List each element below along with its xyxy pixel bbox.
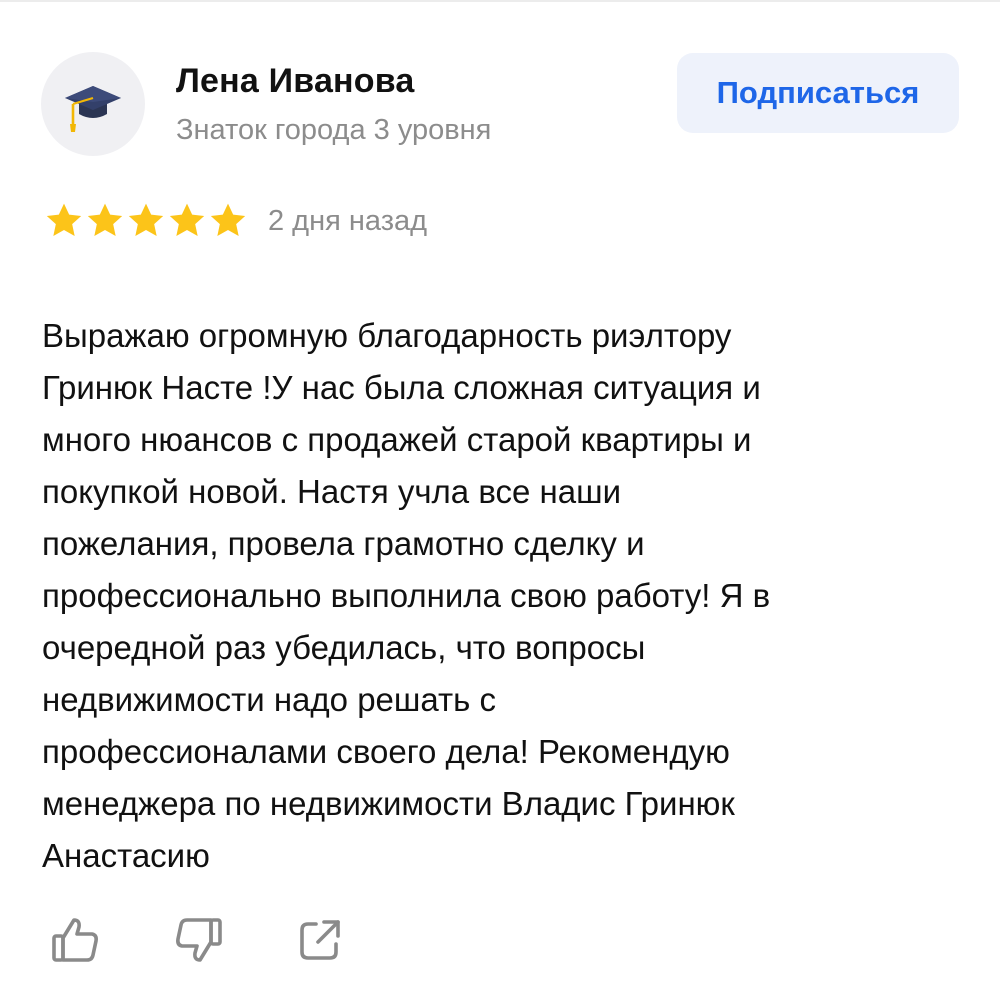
author-name[interactable]: Лена Иванова [176,62,415,101]
star-rating [44,201,248,241]
dislike-button[interactable] [170,912,226,968]
like-button[interactable] [48,912,104,968]
graduation-cap-icon [65,86,121,132]
star-icon [169,203,205,236]
star-icon [46,203,82,236]
avatar[interactable] [41,52,145,156]
rating-row: 2 дня назад [44,198,427,244]
star-icon [128,203,164,236]
review-text: Выражаю огромную благодарность риэлтору … [42,317,771,874]
review-card: Лена Иванова Знаток города 3 уровня Подп… [0,0,1000,990]
divider [0,0,1000,2]
star-icon [210,203,246,236]
author-level: Знаток города 3 уровня [176,114,492,146]
thumbs-up-icon [52,918,98,962]
share-button[interactable] [292,912,348,968]
share-icon [300,920,340,960]
subscribe-button[interactable]: Подписаться [677,53,959,133]
thumbs-down-icon [176,918,222,962]
star-icon [87,203,123,236]
review-actions [48,912,348,968]
review-date: 2 дня назад [268,204,428,237]
